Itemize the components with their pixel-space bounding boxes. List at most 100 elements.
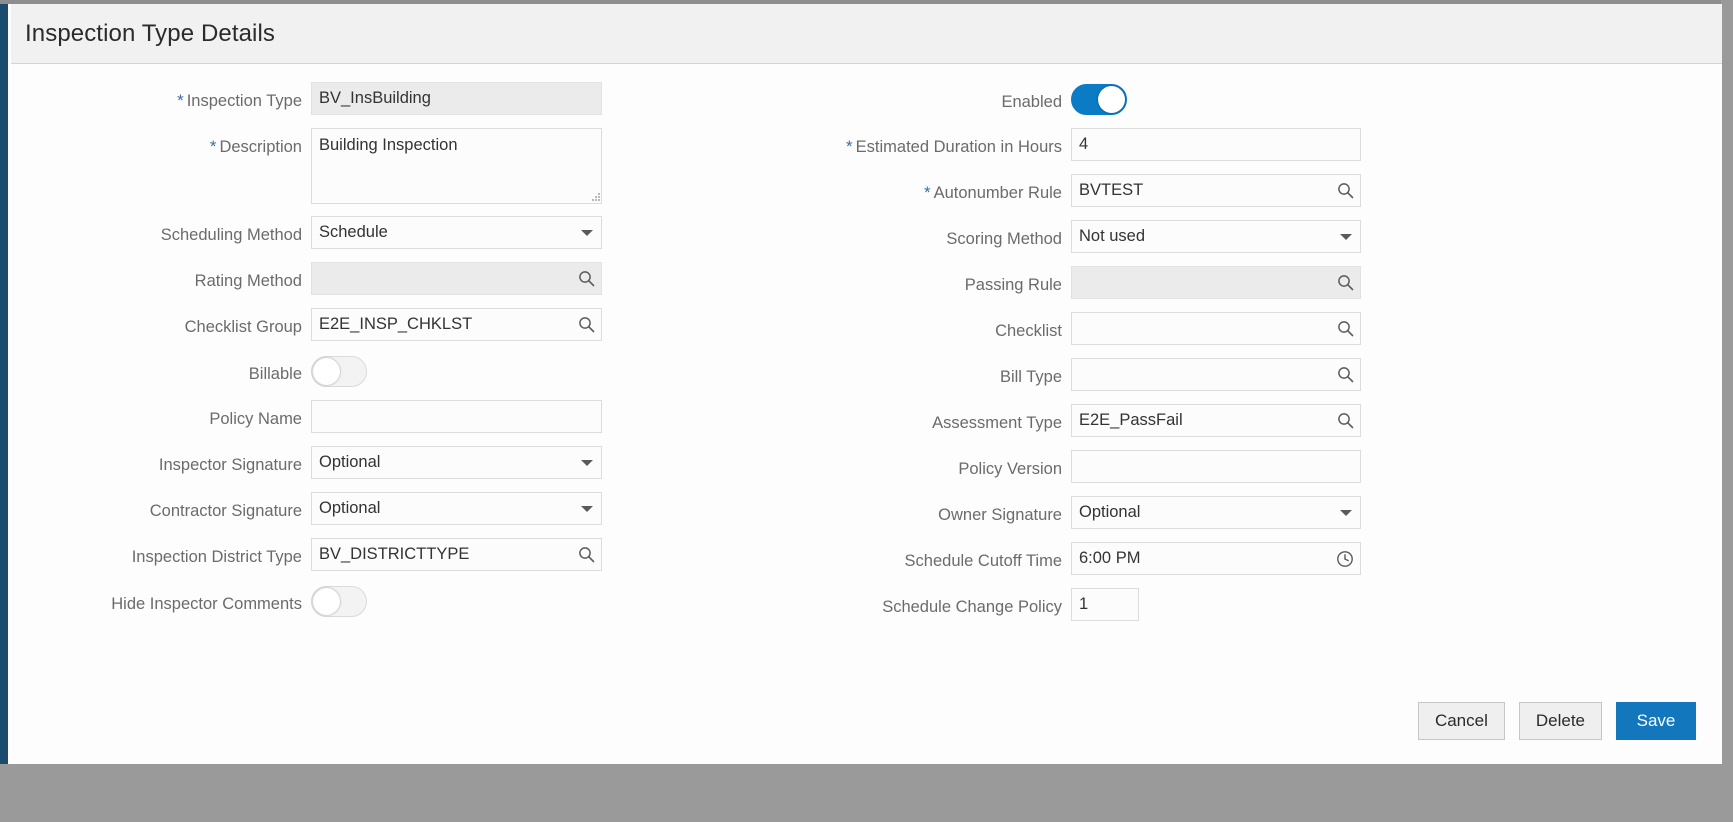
input-contractor-signature[interactable] [311, 492, 602, 525]
field-label-text: Owner Signature [938, 506, 1062, 524]
toggle-enabled[interactable] [1071, 84, 1127, 115]
input-checklist[interactable] [1071, 312, 1361, 345]
field-label-text: Passing Rule [964, 276, 1062, 294]
field-label-inspection-type: * Inspection Type [11, 82, 311, 111]
field-row-enabled: Enabled [786, 82, 1406, 122]
dialog-header: Inspection Type Details [11, 4, 1722, 64]
search-icon[interactable] [571, 539, 601, 570]
field-label-schedule-change-policy: Schedule Change Policy [786, 588, 1071, 617]
search-icon[interactable] [571, 263, 601, 294]
field-label-text: Billable [248, 365, 302, 383]
input-bill-type[interactable] [1071, 358, 1361, 391]
input-inspector-signature[interactable] [311, 446, 602, 479]
field-label-scheduling-method: Scheduling Method [11, 216, 311, 245]
field-label-billable: Billable [11, 364, 311, 384]
chevron-down-icon[interactable] [573, 216, 601, 249]
input-estimated-duration-in-hours[interactable] [1071, 128, 1361, 161]
field-label-owner-signature: Owner Signature [786, 496, 1071, 525]
input-scheduling-method[interactable] [311, 216, 602, 249]
field-control-bill-type [1071, 358, 1361, 391]
field-label-assessment-type: Assessment Type [786, 404, 1071, 433]
input-inspection-type[interactable] [311, 82, 602, 115]
field-label-contractor-signature: Contractor Signature [11, 492, 311, 521]
window-left-accent-bar [0, 4, 8, 764]
field-control-billable [311, 356, 602, 392]
input-schedule-change-policy[interactable] [1071, 588, 1139, 621]
field-control-inspection-district-type [311, 538, 602, 571]
field-label-schedule-cutoff-time: Schedule Cutoff Time [786, 542, 1071, 571]
chevron-down-icon[interactable] [1332, 496, 1360, 529]
field-row-passing-rule: Passing Rule [786, 266, 1406, 306]
field-row-scoring-method: Scoring Method [786, 220, 1406, 260]
search-icon[interactable] [1330, 175, 1360, 206]
input-inspection-district-type[interactable] [311, 538, 602, 571]
required-indicator-icon: * [846, 137, 853, 156]
field-control-schedule-change-policy [1071, 588, 1361, 621]
search-icon[interactable] [1330, 313, 1360, 344]
chevron-down-icon[interactable] [573, 492, 601, 525]
required-indicator-icon: * [177, 91, 184, 110]
field-row-bill-type: Bill Type [786, 358, 1406, 398]
field-control-inspection-type [311, 82, 602, 115]
right-field-column: Enabled*Estimated Duration in Hours*Auto… [786, 82, 1406, 634]
field-label-policy-version: Policy Version [786, 450, 1071, 479]
field-row-checklist-group: Checklist Group [11, 308, 631, 348]
field-label-text: Autonumber Rule [933, 184, 1062, 202]
dialog-body: *Inspection Type*DescriptionScheduling M… [11, 64, 1722, 678]
input-owner-signature[interactable] [1071, 496, 1361, 529]
save-button[interactable]: Save [1616, 702, 1696, 740]
input-schedule-cutoff-time[interactable] [1071, 542, 1361, 575]
input-assessment-type[interactable] [1071, 404, 1361, 437]
field-label-scoring-method: Scoring Method [786, 220, 1071, 249]
chevron-down-icon[interactable] [573, 446, 601, 479]
delete-button[interactable]: Delete [1518, 702, 1602, 740]
search-icon[interactable] [1330, 359, 1360, 390]
field-label-text: Policy Version [958, 460, 1062, 478]
search-icon[interactable] [1330, 405, 1360, 436]
field-label-description: * Description [11, 128, 311, 157]
field-label-text: Schedule Change Policy [882, 598, 1062, 616]
field-label-text: Hide Inspector Comments [111, 595, 302, 613]
field-control-policy-name [311, 400, 602, 433]
inspection-type-details-dialog: Inspection Type Details * Inspection Type… [11, 4, 1722, 764]
input-passing-rule[interactable] [1071, 266, 1361, 299]
field-control-enabled [1071, 84, 1361, 120]
input-scoring-method[interactable] [1071, 220, 1361, 253]
field-control-rating-method [311, 262, 602, 295]
input-autonumber-rule[interactable] [1071, 174, 1361, 207]
field-row-scheduling-method: Scheduling Method [11, 216, 631, 256]
window-right-edge [1721, 0, 1733, 822]
input-rating-method[interactable] [311, 262, 602, 295]
field-label-text: Assessment Type [932, 414, 1062, 432]
cancel-button[interactable]: Cancel [1417, 702, 1505, 740]
field-row-hide-inspector-comments: Hide Inspector Comments [11, 584, 631, 624]
toggle-billable[interactable] [311, 356, 367, 387]
field-label-text: Inspection Type [186, 92, 302, 110]
required-indicator-icon: * [209, 137, 217, 156]
window-bottom-edge [0, 808, 1733, 822]
field-label-text: Scoring Method [946, 230, 1062, 248]
field-label-text: Rating Method [194, 272, 302, 290]
field-row-billable: Billable [11, 354, 631, 394]
input-checklist-group[interactable] [311, 308, 602, 341]
field-label-estimated-duration-in-hours: * Estimated Duration in Hours [786, 128, 1071, 157]
chevron-down-icon[interactable] [1332, 220, 1360, 253]
clock-icon[interactable] [1330, 543, 1360, 574]
field-label-text: Scheduling Method [160, 226, 302, 244]
search-icon[interactable] [571, 309, 601, 340]
field-control-checklist-group [311, 308, 602, 341]
toggle-hide-inspector-comments[interactable] [311, 586, 367, 617]
textarea-description[interactable] [311, 128, 602, 204]
input-policy-version[interactable] [1071, 450, 1361, 483]
input-policy-name[interactable] [311, 400, 602, 433]
toggle-knob [313, 588, 340, 615]
toggle-knob [1098, 86, 1125, 113]
field-control-inspector-signature [311, 446, 602, 479]
field-control-description [311, 128, 602, 204]
field-label-rating-method: Rating Method [11, 262, 311, 291]
field-label-checklist: Checklist [786, 312, 1071, 341]
field-label-autonumber-rule: * Autonumber Rule [786, 174, 1071, 203]
field-label-text: Checklist [995, 322, 1062, 340]
field-row-contractor-signature: Contractor Signature [11, 492, 631, 532]
search-icon[interactable] [1330, 267, 1360, 298]
